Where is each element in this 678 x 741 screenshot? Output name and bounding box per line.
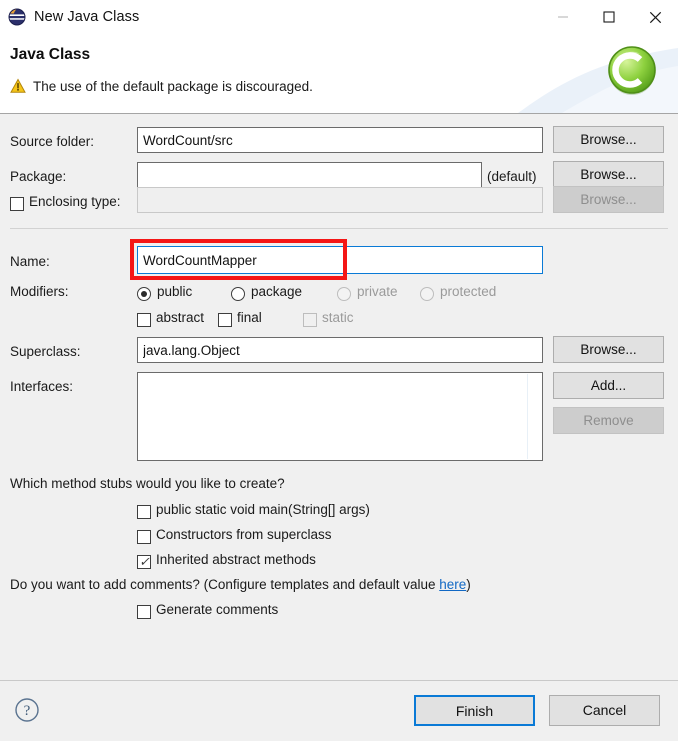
interfaces-add-button[interactable]: Add...: [553, 372, 664, 399]
modifier-checkbox-abstract[interactable]: [137, 313, 151, 327]
package-default-note: (default): [487, 169, 537, 184]
comments-question-prefix: Do you want to add comments? (Configure …: [10, 577, 439, 592]
dialog-body: Source folder: Browse... Package: (defau…: [0, 114, 678, 680]
interfaces-remove-button[interactable]: Remove: [553, 407, 664, 434]
modifier-radio-public[interactable]: [137, 287, 151, 301]
stub-checkbox-inherited[interactable]: ✓: [137, 555, 151, 569]
eclipse-icon: [8, 8, 26, 26]
modifier-label-protected: protected: [440, 284, 496, 299]
modifier-label-abstract: abstract: [156, 310, 204, 325]
interfaces-label: Interfaces:: [10, 379, 73, 394]
package-input[interactable]: [137, 162, 482, 188]
source-folder-input[interactable]: [137, 127, 543, 153]
modifier-radio-private[interactable]: [337, 287, 351, 301]
comments-question-suffix: ): [466, 577, 471, 592]
modifier-label-static: static: [322, 310, 354, 325]
close-icon[interactable]: [632, 0, 678, 34]
package-browse-button[interactable]: Browse...: [553, 161, 664, 188]
modifier-radio-package[interactable]: [231, 287, 245, 301]
superclass-input[interactable]: [137, 337, 543, 363]
modifier-radio-protected[interactable]: [420, 287, 434, 301]
superclass-label: Superclass:: [10, 344, 81, 359]
enclosing-type-browse-button[interactable]: Browse...: [553, 186, 664, 213]
package-label: Package:: [10, 169, 66, 184]
status-message-text: The use of the default package is discou…: [33, 79, 313, 94]
minimize-icon[interactable]: [540, 0, 586, 34]
svg-text:?: ?: [24, 703, 31, 719]
stub-checkbox-constructors[interactable]: [137, 530, 151, 544]
section-divider-1: [10, 228, 668, 229]
java-class-icon: [604, 43, 660, 99]
modifier-label-final: final: [237, 310, 262, 325]
warning-icon: [10, 78, 26, 94]
interfaces-list-scrollbar[interactable]: [527, 374, 528, 459]
source-folder-browse-button[interactable]: Browse...: [553, 126, 664, 153]
name-label: Name:: [10, 254, 50, 269]
enclosing-type-input[interactable]: [137, 187, 543, 213]
maximize-icon[interactable]: [586, 0, 632, 34]
stub-label-constructors: Constructors from superclass: [156, 527, 332, 542]
superclass-browse-button[interactable]: Browse...: [553, 336, 664, 363]
status-message: The use of the default package is discou…: [10, 78, 313, 94]
dialog-header: Java Class The use of the default packag…: [0, 34, 678, 114]
comments-question: Do you want to add comments? (Configure …: [10, 577, 471, 592]
modifier-checkbox-static[interactable]: [303, 313, 317, 327]
enclosing-type-checkbox[interactable]: [10, 197, 24, 211]
modifier-checkbox-final[interactable]: [218, 313, 232, 327]
source-folder-label: Source folder:: [10, 134, 94, 149]
modifier-label-package: package: [251, 284, 302, 299]
generate-comments-checkbox[interactable]: [137, 605, 151, 619]
stub-label-inherited: Inherited abstract methods: [156, 552, 316, 567]
finish-button[interactable]: Finish: [414, 695, 535, 726]
modifier-label-private: private: [357, 284, 398, 299]
stub-label-main: public static void main(String[] args): [156, 502, 370, 517]
stub-checkbox-main[interactable]: [137, 505, 151, 519]
enclosing-type-label: Enclosing type:: [29, 194, 121, 209]
cancel-button[interactable]: Cancel: [549, 695, 660, 726]
generate-comments-label: Generate comments: [156, 602, 278, 617]
modifier-label-public: public: [157, 284, 192, 299]
dialog-footer: ? Finish Cancel: [0, 680, 678, 741]
interfaces-list[interactable]: [137, 372, 543, 461]
help-icon[interactable]: ?: [14, 697, 40, 723]
window-title: New Java Class: [34, 9, 139, 25]
window-controls: [540, 0, 678, 34]
name-input[interactable]: [137, 246, 543, 274]
modifiers-label: Modifiers:: [10, 284, 69, 299]
method-stubs-question: Which method stubs would you like to cre…: [10, 476, 285, 491]
page-title: Java Class: [10, 46, 90, 64]
configure-templates-link[interactable]: here: [439, 577, 466, 592]
title-bar: New Java Class: [0, 0, 678, 34]
